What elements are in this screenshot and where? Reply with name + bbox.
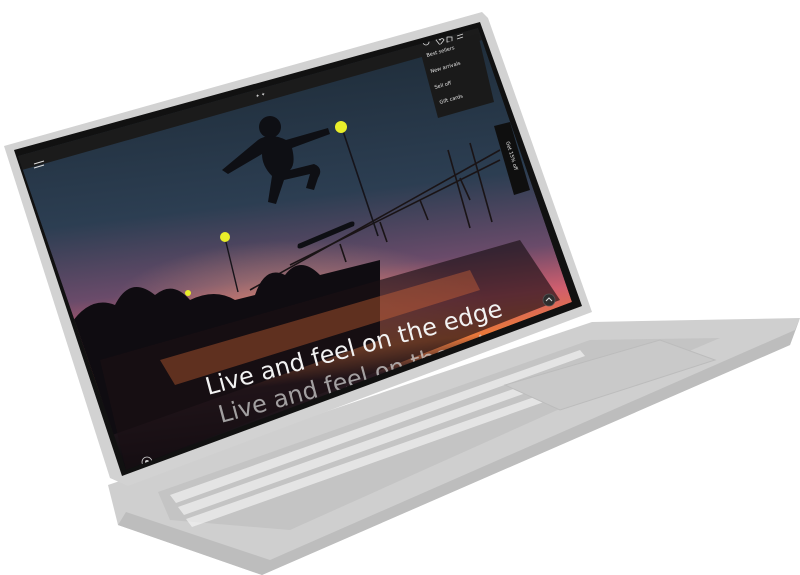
- laptop-mockup: ✦ ✦ Best sellers New arrivals Sell off G…: [4, 12, 800, 575]
- street-lamp-light: [220, 232, 230, 242]
- lamp-reflection: [185, 290, 191, 296]
- scroll-up-button[interactable]: [542, 293, 556, 307]
- street-lamp-light: [335, 121, 347, 133]
